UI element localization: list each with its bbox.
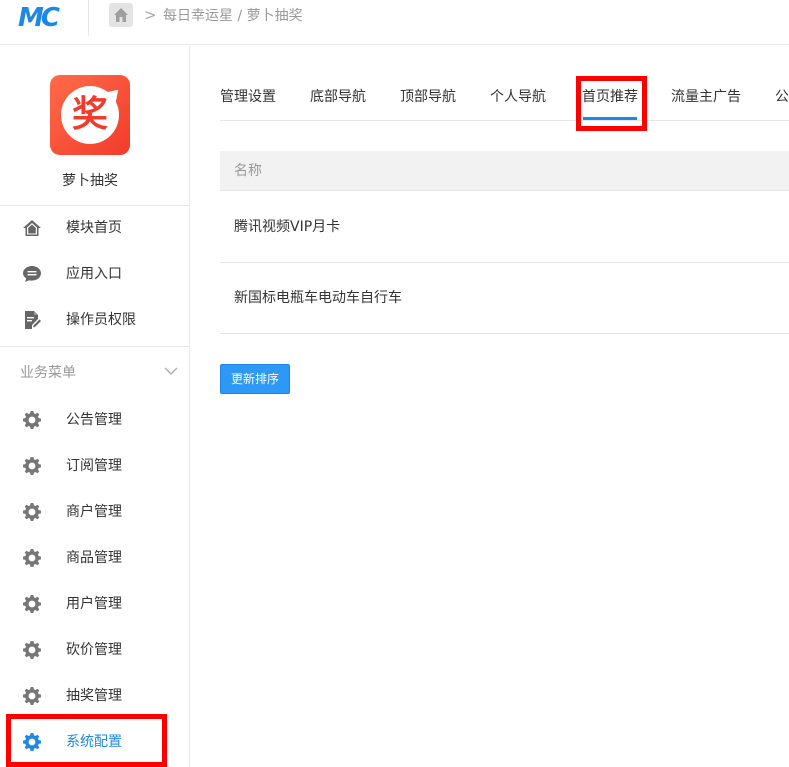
sidebar-item-module-home[interactable]: 模块首页	[0, 205, 189, 251]
sidebar-item-users[interactable]: 用户管理	[0, 581, 189, 627]
tab-bar: 管理设置 底部导航 顶部导航 个人导航 首页推荐 流量主广告 公	[220, 76, 789, 121]
home-button[interactable]	[109, 3, 133, 27]
chevron-down-icon[interactable]	[164, 364, 178, 378]
sidebar-item-label: 订阅管理	[66, 458, 122, 474]
sidebar-item-label: 系统配置	[66, 734, 122, 750]
sidebar-item-label: 商品管理	[66, 550, 122, 566]
sidebar-item-lottery[interactable]: 抽奖管理	[0, 673, 189, 719]
gear-icon	[22, 502, 42, 522]
active-tab-indicator	[583, 117, 637, 120]
sidebar: 奖 萝卜抽奖 模块首页 应用入口 操作员权限 业务菜单 公告管理 订阅管理 商户…	[0, 46, 190, 767]
gear-icon	[22, 548, 42, 568]
gear-icon	[22, 640, 42, 660]
table-row[interactable]: 新国标电瓶车电动车自行车	[220, 263, 789, 334]
tab-management-settings[interactable]: 管理设置	[220, 88, 276, 106]
tab-top-nav[interactable]: 顶部导航	[400, 88, 456, 106]
app-logo: 奖	[50, 75, 130, 155]
brand-logo[interactable]: MC	[18, 4, 70, 32]
breadcrumb-separator: >	[144, 6, 157, 24]
sidebar-item-announcements[interactable]: 公告管理	[0, 397, 189, 443]
tab-bottom-nav[interactable]: 底部导航	[310, 88, 366, 106]
section-label-business-menu: 业务菜单	[20, 365, 76, 381]
gear-icon	[22, 410, 42, 430]
app-logo-bubble: 奖	[61, 86, 119, 144]
sidebar-divider	[0, 346, 189, 347]
table-row[interactable]: 腾讯视频VIP月卡	[220, 192, 789, 263]
top-divider	[88, 0, 89, 36]
app-logo-glyph: 奖	[71, 94, 108, 135]
home-icon	[23, 220, 41, 236]
tab-homepage-recommend[interactable]: 首页推荐	[582, 88, 638, 106]
chat-icon	[23, 266, 41, 282]
gear-icon	[22, 732, 42, 752]
gear-icon	[22, 456, 42, 476]
sidebar-item-merchants[interactable]: 商户管理	[0, 489, 189, 535]
update-sort-button[interactable]: 更新排序	[220, 364, 290, 394]
breadcrumb[interactable]: 每日幸运星 / 萝卜抽奖	[163, 7, 303, 25]
tab-personal-nav[interactable]: 个人导航	[490, 88, 546, 106]
sidebar-item-label: 模块首页	[66, 220, 122, 236]
sidebar-item-system-config[interactable]: 系统配置	[0, 719, 189, 765]
sidebar-item-label: 砍价管理	[66, 642, 122, 658]
table-cell-name: 新国标电瓶车电动车自行车	[234, 290, 402, 306]
sidebar-item-label: 应用入口	[66, 266, 122, 282]
sidebar-item-operator-permissions[interactable]: 操作员权限	[0, 297, 189, 343]
sidebar-item-products[interactable]: 商品管理	[0, 535, 189, 581]
sidebar-item-label: 抽奖管理	[66, 688, 122, 704]
sidebar-item-label: 操作员权限	[66, 312, 136, 328]
tab-traffic-ads[interactable]: 流量主广告	[671, 88, 741, 106]
home-icon	[114, 8, 128, 22]
app-name: 萝卜抽奖	[62, 173, 118, 189]
table-header: 名称	[220, 151, 789, 191]
sidebar-item-label: 商户管理	[66, 504, 122, 520]
column-header-name: 名称	[234, 163, 262, 179]
document-edit-icon	[25, 311, 41, 329]
table-cell-name: 腾讯视频VIP月卡	[234, 219, 341, 235]
sidebar-item-bargain[interactable]: 砍价管理	[0, 627, 189, 673]
sidebar-item-label: 用户管理	[66, 596, 122, 612]
gear-icon	[22, 594, 42, 614]
sidebar-item-subscriptions[interactable]: 订阅管理	[0, 443, 189, 489]
tab-truncated[interactable]: 公	[775, 88, 789, 106]
gear-icon	[22, 686, 42, 706]
top-bar: MC > 每日幸运星 / 萝卜抽奖	[0, 0, 789, 45]
sidebar-item-label: 公告管理	[66, 412, 122, 428]
sidebar-item-app-entry[interactable]: 应用入口	[0, 251, 189, 297]
